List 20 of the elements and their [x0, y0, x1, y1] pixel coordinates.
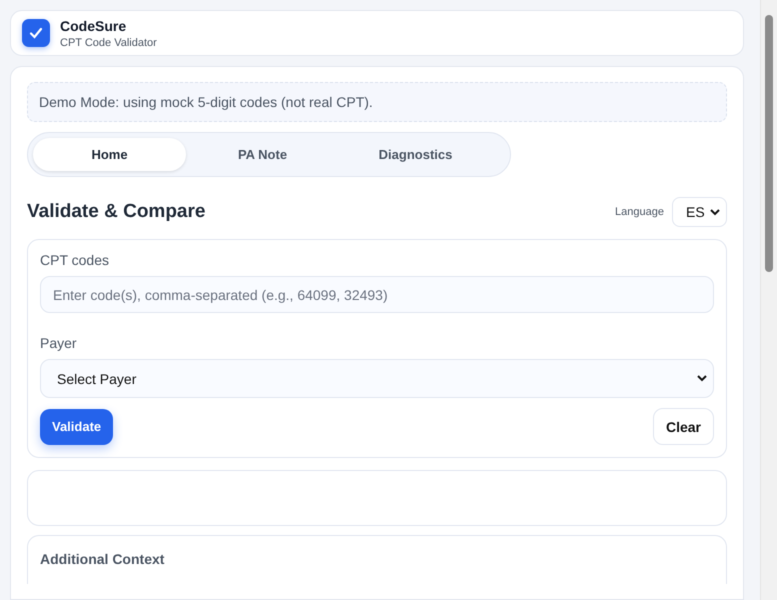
clear-button[interactable]: Clear: [652, 408, 714, 445]
tab[interactable]: Home: [33, 138, 186, 171]
field-label: Payer: [40, 335, 78, 351]
app-title: CodeSure: [60, 18, 128, 34]
demo-banner: Demo Mode: using mock 5-digit codes (not real CPT).: [27, 82, 727, 122]
context-title: Additional Context: [40, 551, 164, 567]
language-label: Language: [615, 206, 664, 218]
validate-button[interactable]: Validate: [40, 408, 114, 444]
chevron-down-icon: [710, 208, 720, 216]
scrollbar[interactable]: [760, 0, 777, 600]
check-icon: [22, 19, 50, 47]
section-title: Validate & Compare: [27, 201, 206, 223]
tab[interactable]: PA Note: [186, 138, 339, 171]
payer-select[interactable]: Select Payer: [40, 359, 714, 398]
tab[interactable]: Diagnostics: [339, 138, 492, 171]
field-label: CPT codes: [40, 252, 110, 268]
app-subtitle: CPT Code Validator: [60, 36, 157, 48]
input-field[interactable]: Enter code(s), comma-separated (e.g., 64099, 32493): [40, 276, 714, 313]
language-select[interactable]: ES: [672, 197, 727, 227]
chevron-down-icon: [697, 375, 707, 382]
